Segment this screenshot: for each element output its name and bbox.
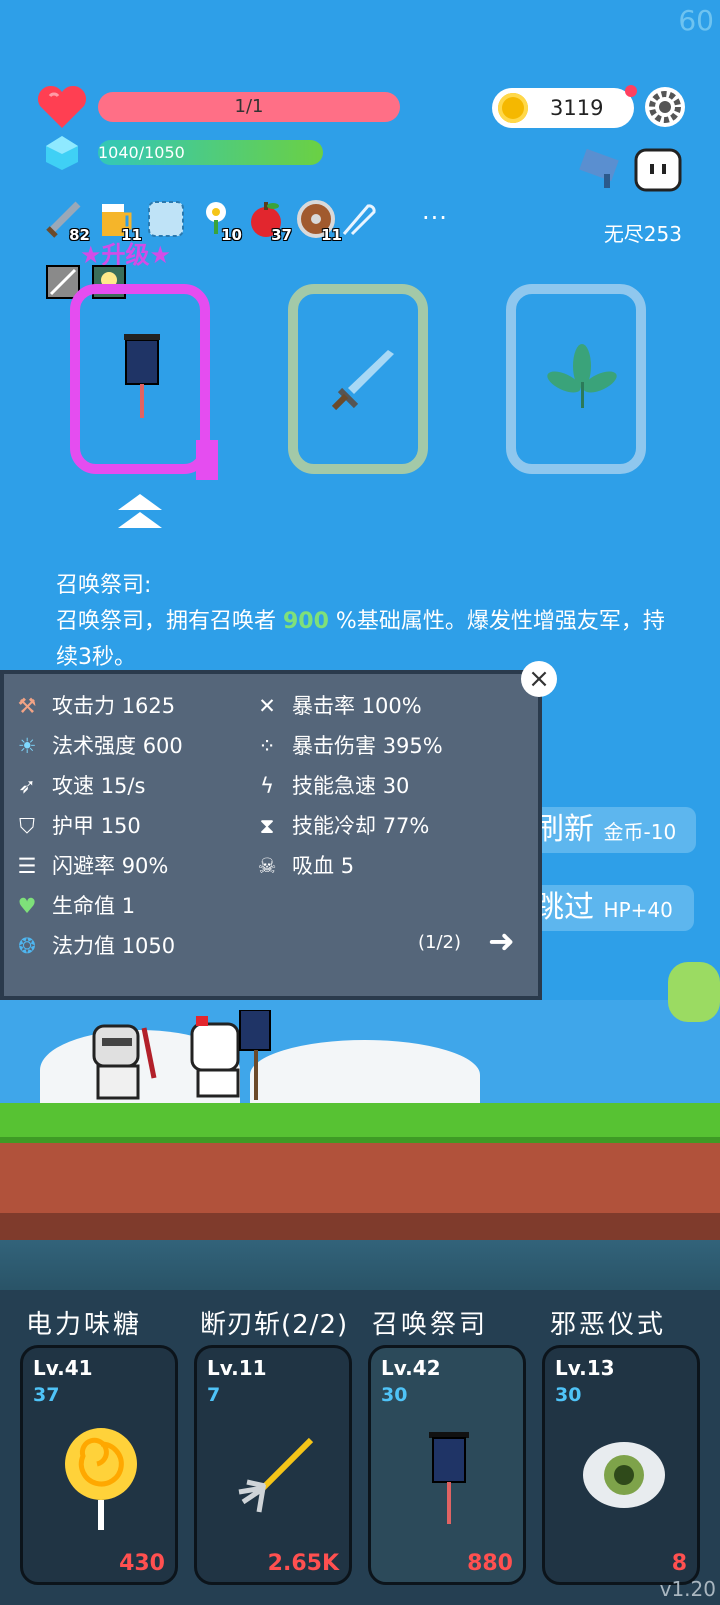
banner-icon	[429, 1432, 469, 1524]
coin-icon	[498, 93, 528, 123]
stat-crit-damage: ⁘ 暴击伤害 395%	[252, 730, 443, 760]
priest-character	[190, 1010, 271, 1100]
item-beer[interactable]: 11	[96, 198, 142, 244]
ghost-icon[interactable]	[634, 148, 682, 194]
stat-mana: ❂ 法力值 1050	[12, 930, 175, 960]
skill-card-summon-priest[interactable]: Lv.42 30 880	[368, 1345, 526, 1585]
skill-name-1: 电力味糖	[26, 1310, 143, 1340]
double-chevron-up-icon	[118, 494, 162, 528]
skill-name-4: 邪恶仪式	[550, 1310, 667, 1340]
ground-dirt-dark	[0, 1213, 720, 1243]
skill-card-pitchfork[interactable]: Lv.11 7 2.65K	[194, 1345, 352, 1585]
tree	[668, 962, 720, 1022]
crystal-icon: ❂	[18, 934, 36, 958]
version-label: v1.20	[659, 1577, 716, 1601]
heart-icon: ♥	[17, 894, 37, 918]
choice-card-summon-priest[interactable]	[70, 284, 210, 474]
stat-attack: ⚒ 攻击力 1625	[12, 690, 176, 720]
empty-slot-icon	[148, 201, 184, 237]
stat-attack-speed: ➶ 攻速 15/s	[12, 770, 145, 800]
lightning-icon: ϟ	[260, 774, 274, 798]
stats-page-indicator: (1/2)	[418, 932, 462, 953]
next-page-arrow-icon[interactable]: ➜	[488, 922, 515, 960]
stat-hp: ♥ 生命值 1	[12, 890, 135, 920]
refresh-button[interactable]: 刷新 金币-10	[528, 807, 696, 853]
pitchfork-icon	[238, 1437, 314, 1513]
stat-armor: ⛉ 护甲 150	[12, 810, 141, 840]
pin-icon	[342, 204, 376, 236]
bow-icon: ➶	[18, 774, 36, 798]
close-icon[interactable]: ×	[521, 661, 557, 697]
mana-crystal-icon	[46, 136, 78, 170]
item-pin[interactable]	[338, 198, 378, 240]
lollipop-icon	[65, 1428, 137, 1530]
sun-icon: ☀	[17, 734, 37, 758]
card-corner-accent	[196, 440, 218, 480]
banner-icon	[124, 334, 160, 418]
map-icon[interactable]	[576, 148, 626, 192]
skill-card-lollipop[interactable]: Lv.41 37 430	[20, 1345, 178, 1585]
axe-icon: ⚒	[17, 694, 37, 718]
heart-icon	[37, 85, 87, 128]
dodge-icon: ☰	[17, 854, 37, 878]
ground-grass	[0, 1103, 720, 1143]
stat-skill-haste: ϟ 技能急速 30	[252, 770, 409, 800]
skill-desc: 召唤祭司，拥有召唤者 900 %基础属性。爆发性增强友军，持续3秒。	[56, 609, 665, 670]
armor-icon: ⛉	[19, 814, 35, 838]
crit-icon: ✕	[258, 694, 276, 718]
sword-icon	[331, 350, 394, 411]
item-empty-slot[interactable]	[146, 198, 186, 240]
stat-lifesteal: ☠ 吸血 5	[252, 850, 354, 880]
skull-icon: ☠	[257, 854, 277, 878]
item-flower[interactable]: 10	[196, 198, 242, 244]
skip-button[interactable]: 跳过 HP+40	[528, 885, 694, 931]
stats-panel: ⚒ 攻击力 1625 ☀ 法术强度 600 ➶ 攻速 15/s ⛉ 护甲 150 ☰ 闪避…	[0, 670, 542, 1000]
coin-value: 3119	[550, 96, 604, 120]
notification-dot	[625, 85, 637, 97]
eye-icon	[583, 1442, 665, 1508]
stat-cooldown: ⧗ 技能冷却 77%	[252, 810, 430, 840]
cloud	[250, 1040, 480, 1110]
knight-character	[92, 1024, 157, 1100]
hourglass-icon: ⧗	[259, 814, 275, 838]
fps-counter: 60	[678, 4, 714, 37]
choice-card-herb[interactable]	[506, 284, 646, 474]
coin-counter: 3119	[492, 88, 634, 128]
stat-dodge: ☰ 闪避率 90%	[12, 850, 169, 880]
mana-bar: 1040/1050	[98, 140, 323, 165]
skill-name-3: 召唤祭司	[372, 1310, 489, 1340]
item-round-shield[interactable]: 11	[296, 198, 342, 244]
item-sword[interactable]: 82	[44, 198, 90, 244]
endless-wave-label: 无尽253	[603, 222, 682, 246]
ground-dirt	[0, 1143, 720, 1213]
stat-spell-power: ☀ 法术强度 600	[12, 730, 183, 760]
crit-dmg-icon: ⁘	[258, 734, 276, 758]
skill-name-2: 断刃斩(2/2)	[200, 1310, 349, 1340]
more-items-button[interactable]: ···	[422, 204, 448, 232]
hp-bar: 1/1	[98, 92, 400, 122]
leaf-icon	[547, 344, 617, 408]
skill-desc-title: 召唤祭司:	[56, 573, 152, 598]
item-apple[interactable]: 37	[246, 198, 292, 244]
skill-card-evil-ritual[interactable]: Lv.13 30 8	[542, 1345, 700, 1585]
choice-card-sword[interactable]	[288, 284, 428, 474]
gear-icon[interactable]	[644, 86, 686, 128]
stat-crit-rate: ✕ 暴击率 100%	[252, 690, 422, 720]
